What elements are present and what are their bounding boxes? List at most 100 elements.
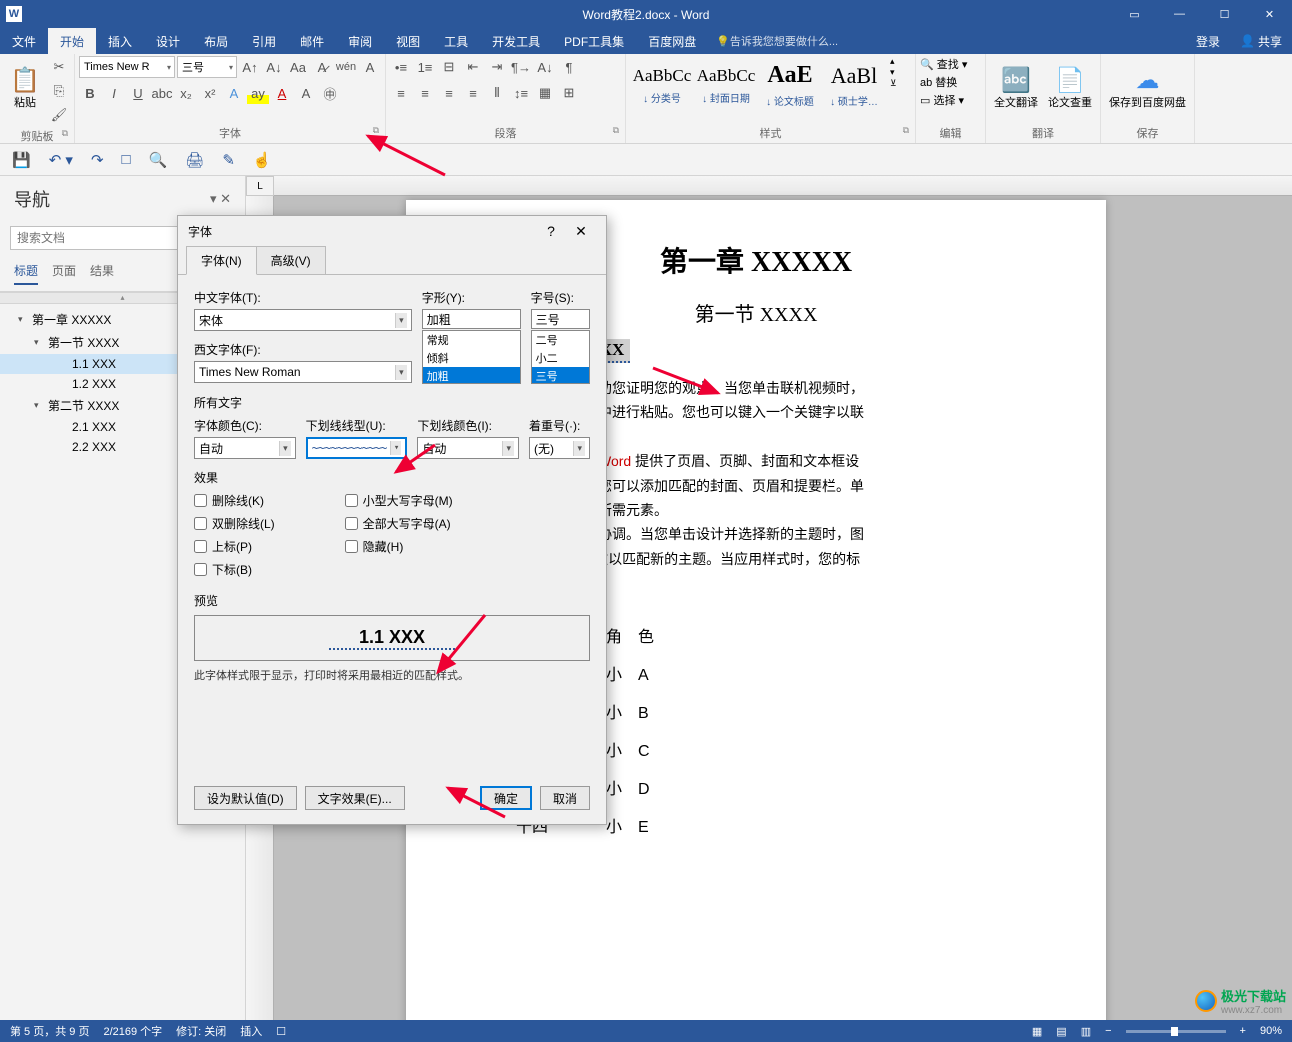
underline-color-combo[interactable]: 自动 — [417, 437, 519, 459]
change-case-icon[interactable]: Aa — [287, 56, 309, 78]
set-default-button[interactable]: 设为默认值(D) — [194, 786, 297, 810]
highlight-icon[interactable]: ay — [247, 82, 269, 104]
nav-tab-headings[interactable]: 标题 — [14, 262, 38, 285]
phonetic-icon[interactable]: wén — [335, 56, 357, 78]
decrease-indent-icon[interactable]: ⇤ — [462, 56, 484, 78]
menu-baidu[interactable]: 百度网盘 — [636, 28, 708, 54]
qat-touch-icon[interactable]: ☝ — [253, 151, 272, 169]
qat-draw-icon[interactable]: ✎ — [222, 151, 235, 169]
menu-file[interactable]: 文件 — [0, 28, 48, 54]
multilevel-icon[interactable]: ⊟ — [438, 56, 460, 78]
nav-tab-results[interactable]: 结果 — [90, 262, 114, 285]
italic-icon[interactable]: I — [103, 82, 125, 104]
status-page[interactable]: 第 5 页，共 9 页 — [10, 1023, 89, 1039]
login-button[interactable]: 登录 — [1186, 28, 1230, 54]
align-center-icon[interactable]: ≡ — [414, 82, 436, 104]
shading-icon[interactable]: ▦ — [534, 82, 556, 104]
status-insert[interactable]: 插入 — [240, 1023, 262, 1039]
enclose-char-icon[interactable]: ㊥ — [319, 82, 341, 104]
qat-new-icon[interactable]: □ — [122, 151, 131, 168]
find-button[interactable]: 🔍 查找 ▾ — [920, 56, 967, 72]
copy-icon[interactable]: ⎘ — [48, 80, 70, 102]
align-left-icon[interactable]: ≡ — [390, 82, 412, 104]
menu-layout[interactable]: 布局 — [192, 28, 240, 54]
menu-devtools[interactable]: 开发工具 — [480, 28, 552, 54]
menu-view[interactable]: 视图 — [384, 28, 432, 54]
styles-launcher-icon[interactable]: ⧉ — [903, 125, 909, 136]
font-launcher-icon[interactable]: ⧉ — [373, 125, 379, 136]
character-border-icon[interactable]: A — [359, 56, 381, 78]
size-input[interactable] — [531, 309, 590, 329]
justify-icon[interactable]: ≡ — [462, 82, 484, 104]
text-effects-button[interactable]: 文字效果(E)... — [305, 786, 405, 810]
check-allcaps[interactable]: 全部大写字母(A) — [345, 515, 453, 532]
menu-pdf[interactable]: PDF工具集 — [552, 28, 636, 54]
font-color-combo[interactable]: 自动 — [194, 437, 296, 459]
dialog-tab-font[interactable]: 字体(N) — [186, 246, 257, 275]
style-gallery[interactable]: AaBbCc↓ 分类号 AaBbCc↓ 封面日期 AaE↓ 论文标题 AaBl↓… — [630, 56, 886, 114]
maximize-icon[interactable]: ☐ — [1202, 0, 1247, 28]
style-item-4[interactable]: AaBl↓ 硕士学… — [822, 56, 886, 114]
menu-home[interactable]: 开始 — [48, 28, 96, 54]
replace-button[interactable]: ab 替换 — [920, 74, 957, 90]
ruler-horizontal[interactable] — [274, 176, 1292, 196]
qat-print-icon[interactable]: 🖨 — [185, 151, 204, 169]
select-button[interactable]: ▭ 选择 ▾ — [920, 92, 964, 108]
style-item-1[interactable]: AaBbCc↓ 分类号 — [630, 56, 694, 114]
style-scroll-up[interactable]: ▴ — [890, 56, 897, 67]
font-name-combo[interactable]: Times New R — [79, 56, 175, 78]
style-input[interactable] — [422, 309, 521, 329]
underline-combo[interactable]: ~~~~~~~~~~~~ — [306, 437, 408, 459]
ruler-corner[interactable]: L — [246, 176, 274, 196]
tell-me-search[interactable]: 💡 告诉我您想要做什么... — [716, 28, 838, 54]
increase-indent-icon[interactable]: ⇥ — [486, 56, 508, 78]
view-print-icon[interactable]: ▤ — [1056, 1025, 1066, 1038]
align-right-icon[interactable]: ≡ — [438, 82, 460, 104]
check-superscript[interactable]: 上标(P) — [194, 538, 275, 555]
numbering-icon[interactable]: 1≡ — [414, 56, 436, 78]
minimize-icon[interactable]: — — [1157, 0, 1202, 28]
emphasis-combo[interactable]: (无) — [529, 437, 590, 459]
line-spacing-icon[interactable]: ↕≡ — [510, 82, 532, 104]
zoom-level[interactable]: 90% — [1260, 1025, 1282, 1037]
share-button[interactable]: 👤 共享 — [1230, 28, 1292, 54]
ok-button[interactable]: 确定 — [480, 786, 532, 810]
check-hidden[interactable]: 隐藏(H) — [345, 538, 453, 555]
style-item-3[interactable]: AaE↓ 论文标题 — [758, 56, 822, 114]
shrink-font-icon[interactable]: A↓ — [263, 56, 285, 78]
borders-icon[interactable]: ⊞ — [558, 82, 580, 104]
qat-undo-icon[interactable]: ↶ ▾ — [49, 151, 73, 169]
style-more[interactable]: ⊻ — [890, 78, 897, 89]
full-translate-button[interactable]: 🔤全文翻译 — [990, 56, 1042, 120]
subscript-icon[interactable]: x₂ — [175, 82, 197, 104]
strike-icon[interactable]: abc — [151, 82, 173, 104]
cn-font-combo[interactable]: 宋体 — [194, 309, 412, 331]
view-web-icon[interactable]: ▥ — [1081, 1025, 1091, 1038]
status-lang-icon[interactable]: ☐ — [276, 1025, 286, 1038]
dialog-help-icon[interactable]: ? — [536, 216, 566, 246]
dialog-close-icon[interactable]: ✕ — [566, 216, 596, 246]
view-read-icon[interactable]: ▦ — [1032, 1025, 1042, 1038]
style-item-2[interactable]: AaBbCc↓ 封面日期 — [694, 56, 758, 114]
ltr-icon[interactable]: ¶→ — [510, 56, 532, 78]
status-track[interactable]: 修订: 关闭 — [176, 1023, 226, 1039]
style-listbox[interactable]: 常规 倾斜 加粗 — [422, 330, 521, 384]
superscript-icon[interactable]: x² — [199, 82, 221, 104]
menu-tools[interactable]: 工具 — [432, 28, 480, 54]
font-color-icon[interactable]: A — [271, 82, 293, 104]
zoom-slider[interactable] — [1126, 1030, 1226, 1033]
check-dblstrike[interactable]: 双删除线(L) — [194, 515, 275, 532]
paper-check-button[interactable]: 📄论文查重 — [1044, 56, 1096, 120]
menu-review[interactable]: 审阅 — [336, 28, 384, 54]
paste-button[interactable]: 📋粘贴 — [4, 56, 46, 120]
ribbon-options-icon[interactable]: ▭ — [1112, 0, 1157, 28]
size-listbox[interactable]: 二号 小二 三号 — [531, 330, 590, 384]
check-strike[interactable]: 删除线(K) — [194, 492, 275, 509]
nav-close-icon[interactable]: ▾ ✕ — [210, 191, 231, 207]
text-effects-icon[interactable]: A — [223, 82, 245, 104]
zoom-out-icon[interactable]: − — [1105, 1025, 1111, 1037]
qat-print-preview-icon[interactable]: 🔍 — [149, 151, 168, 169]
check-subscript[interactable]: 下标(B) — [194, 561, 275, 578]
cut-icon[interactable]: ✂ — [48, 56, 70, 78]
font-size-combo[interactable]: 三号 — [177, 56, 237, 78]
